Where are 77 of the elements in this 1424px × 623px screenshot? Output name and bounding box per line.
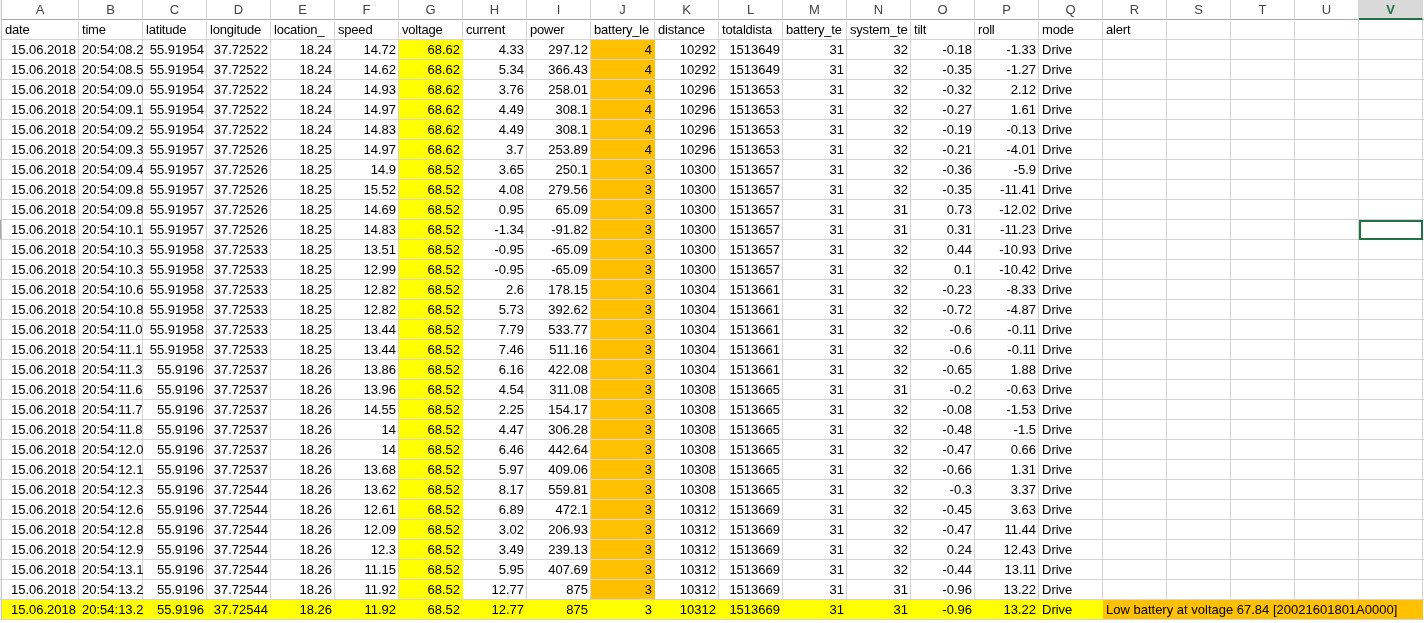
table-cell: 68.52 — [399, 440, 463, 460]
table-cell: 3 — [591, 520, 655, 540]
table-cell: 3 — [591, 180, 655, 200]
table-cell: 3 — [591, 560, 655, 580]
table-cell: 68.52 — [399, 480, 463, 500]
table-cell: 68.52 — [399, 600, 463, 620]
table-cell: 68.62 — [399, 100, 463, 120]
table-cell: 3 — [591, 540, 655, 560]
table-cell: 3 — [591, 600, 655, 620]
table-cell: 68.62 — [399, 140, 463, 160]
table-cell: 3 — [591, 360, 655, 380]
table-cell: 68.52 — [399, 160, 463, 180]
table-cell: 37.72544 — [207, 600, 271, 620]
table-cell: 3 — [591, 500, 655, 520]
table-cell: 3 — [591, 260, 655, 280]
table-cell: 3 — [591, 220, 655, 240]
table-cell: 3 — [591, 400, 655, 420]
table-cell: Drive — [1039, 600, 1103, 620]
table-cell: 68.52 — [399, 560, 463, 580]
table-cell: 13.22 — [975, 600, 1039, 620]
table-cell: 68.52 — [399, 500, 463, 520]
table-cell: 68.52 — [399, 460, 463, 480]
table-cell: 68.52 — [399, 320, 463, 340]
table-cell: 68.52 — [399, 280, 463, 300]
table-cell: 68.52 — [399, 400, 463, 420]
table-cell: 3 — [591, 160, 655, 180]
table-cell: 4 — [591, 80, 655, 100]
table-cell: 3 — [591, 380, 655, 400]
table-cell: 10312 — [655, 600, 719, 620]
table-cell: 68.62 — [399, 80, 463, 100]
table-cell: 3 — [591, 340, 655, 360]
table-cell: 55.9196 — [143, 600, 207, 620]
table-cell: 68.52 — [399, 420, 463, 440]
table-cell: 4 — [591, 140, 655, 160]
table-cell: 4 — [591, 60, 655, 80]
table-cell: 3 — [591, 320, 655, 340]
table-cell: 68.52 — [399, 200, 463, 220]
table-cell: 68.62 — [399, 60, 463, 80]
table-cell: 68.52 — [399, 180, 463, 200]
table-cell: 3 — [591, 460, 655, 480]
selected-cell[interactable] — [1359, 220, 1423, 240]
table-cell: 68.52 — [399, 240, 463, 260]
table-cell: 68.52 — [399, 340, 463, 360]
table-cell: 68.52 — [399, 540, 463, 560]
table-cell: 875 — [527, 600, 591, 620]
alert-cell: Low battery at voltage 67.84 [20021601801A0000] — [1103, 600, 1423, 620]
table-cell: 68.52 — [399, 260, 463, 280]
table-cell: 68.52 — [399, 300, 463, 320]
table-cell: 4 — [591, 100, 655, 120]
table-cell: 68.52 — [399, 220, 463, 240]
table-cell: 68.52 — [399, 360, 463, 380]
table-cell: 4 — [591, 120, 655, 140]
table-cell: 68.52 — [399, 580, 463, 600]
table-cell: 3 — [591, 200, 655, 220]
table-cell: 3 — [591, 480, 655, 500]
table-cell: -0.96 — [911, 600, 975, 620]
table-cell: 4 — [591, 40, 655, 60]
table-cell: 68.52 — [399, 380, 463, 400]
table-cell: 68.52 — [399, 520, 463, 540]
table-cell: 11.92 — [335, 600, 399, 620]
table-cell: 12.77 — [463, 600, 527, 620]
table-cell: 31 — [783, 600, 847, 620]
table-cell: 15.06.2018 — [2, 600, 79, 620]
column-header[interactable]: V — [1359, 0, 1423, 20]
table-cell: 3 — [591, 420, 655, 440]
table-cell: 68.62 — [399, 40, 463, 60]
table-cell: 3 — [591, 240, 655, 260]
table-cell: 3 — [591, 440, 655, 460]
table-cell: 3 — [591, 300, 655, 320]
column-header[interactable]: A — [2, 0, 79, 20]
table-cell: 68.62 — [399, 120, 463, 140]
table-cell: 31 — [847, 600, 911, 620]
table-cell: 20:54:13.2 — [79, 600, 143, 620]
table-cell: 1513669 — [719, 600, 783, 620]
table-cell: 18.26 — [271, 600, 335, 620]
table-cell: 3 — [591, 280, 655, 300]
table-cell: 3 — [591, 580, 655, 600]
